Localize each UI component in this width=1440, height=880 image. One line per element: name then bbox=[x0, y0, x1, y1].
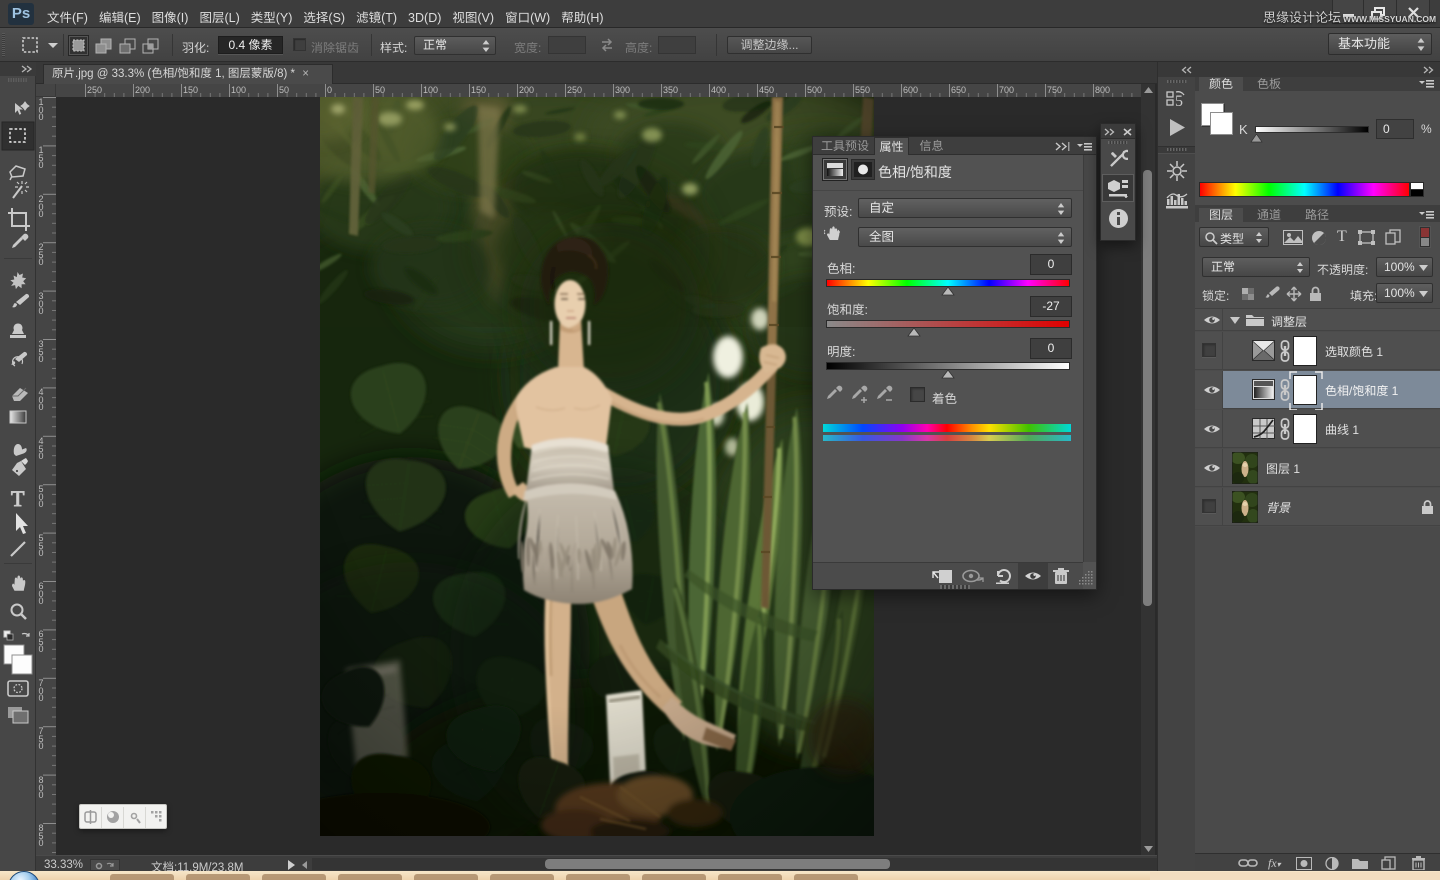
svg-text:T: T bbox=[11, 486, 25, 511]
svg-text:5: 5 bbox=[1175, 93, 1183, 110]
